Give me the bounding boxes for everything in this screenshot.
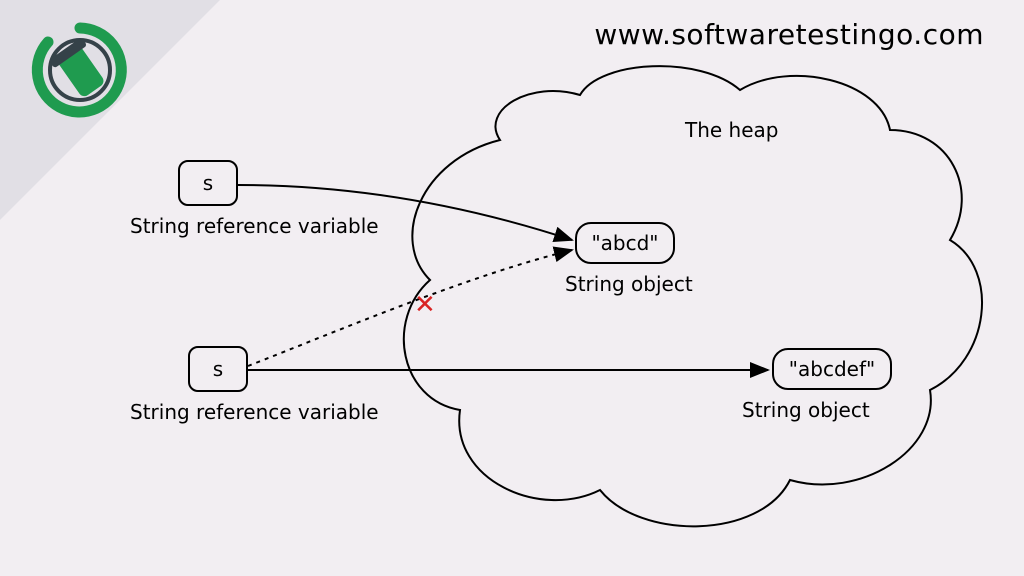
string-object-2-text: "abcdef"	[789, 357, 875, 381]
ref-var-2-label: String reference variable	[130, 400, 379, 424]
ref-var-2-text: s	[213, 357, 223, 381]
cross-mark-icon: ✕	[414, 290, 436, 320]
heap-diagram: s String reference variable s String ref…	[0, 0, 1024, 576]
ref-var-1-text: s	[203, 171, 213, 195]
diagram-svg	[0, 0, 1024, 576]
ref-var-box-1: s	[178, 160, 238, 206]
string-object-box-1: "abcd"	[575, 222, 675, 264]
string-object-1-label: String object	[565, 272, 693, 296]
string-object-box-2: "abcdef"	[772, 348, 892, 390]
heap-label: The heap	[685, 118, 779, 142]
string-object-1-text: "abcd"	[591, 231, 658, 255]
ref-var-box-2: s	[188, 346, 248, 392]
string-object-2-label: String object	[742, 398, 870, 422]
ref-var-1-label: String reference variable	[130, 214, 379, 238]
